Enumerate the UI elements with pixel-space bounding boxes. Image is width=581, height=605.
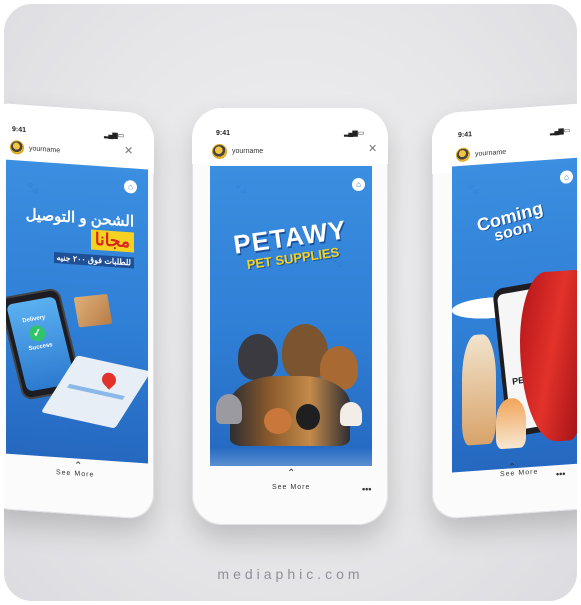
- parcel-box-illustration: [73, 293, 113, 328]
- cat-illustration: [496, 397, 526, 450]
- center-phone: 9:41 ▂▄▆ ▭ yourname ✕ 🐾 🐾 🐾 🐾 ⌂ PETAWY P…: [192, 108, 388, 525]
- paw-icon: 🐾: [66, 424, 80, 438]
- arabic-line-3: للطلبات فوق ٢٠٠ جنيه: [53, 251, 134, 269]
- close-icon[interactable]: ✕: [124, 145, 133, 158]
- coming-soon-title: Coming soon: [475, 198, 548, 250]
- home-icon: ⌂: [124, 179, 137, 194]
- see-more-link[interactable]: See More: [272, 484, 310, 491]
- left-phone: 9:41 ▂▄▆ ▭ yourname ✕ 🐾 🐾 🐾 ⌂ الشحن و ال…: [4, 102, 154, 520]
- mockup-canvas: 9:41 ▂▄▆ ▭ yourname ✕ 🐾 🐾 🐾 ⌂ الشحن و ال…: [4, 4, 577, 601]
- center-signal-icon: ▂▄▆ ▭: [344, 130, 364, 137]
- paw-icon: 🐾: [234, 183, 248, 195]
- dog-illustration: [462, 333, 496, 446]
- right-signal-icon: ▂▄▆ ▭: [550, 127, 570, 136]
- username-label: yourname: [475, 148, 507, 158]
- home-icon: ⌂: [352, 178, 365, 191]
- paw-icon: 🐾: [26, 181, 40, 195]
- check-icon: ✓: [27, 324, 48, 343]
- left-signal-icon: ▂▄▆ ▭: [104, 131, 124, 140]
- center-story-image: 🐾 🐾 🐾 🐾 ⌂ PETAWY PET SUPPLIES: [210, 166, 372, 466]
- paw-icon: 🐾: [466, 183, 480, 197]
- arabic-headline: الشحن و التوصيل مجانا للطلبات فوق ٢٠٠ جن…: [6, 204, 134, 271]
- pets-group-illustration: [210, 316, 372, 466]
- avatar[interactable]: [212, 144, 227, 159]
- arabic-line-2: مجانا: [90, 229, 134, 253]
- home-icon: ⌂: [560, 170, 573, 184]
- username-label: yourname: [29, 144, 61, 154]
- brand-logo: PETAWY PET SUPPLIES: [210, 211, 372, 277]
- right-story-image: 🐾 🐾 ⌂ Coming soon PETAW: [452, 157, 577, 473]
- chevron-up-icon[interactable]: ⌃: [287, 468, 295, 479]
- more-options-icon[interactable]: •••: [556, 469, 565, 480]
- center-story-header[interactable]: yourname: [212, 144, 263, 159]
- right-phone: 9:41 ▂▄▆ ▭ yourname 🐾 🐾 ⌂ Coming soon PE…: [432, 102, 577, 520]
- arabic-line-1: الشحن و التوصيل: [25, 205, 134, 231]
- close-icon[interactable]: ✕: [368, 144, 377, 155]
- center-status-time: 9:41: [216, 130, 231, 137]
- avatar[interactable]: [456, 147, 470, 163]
- watermark: mediaphic.com: [217, 566, 364, 582]
- left-status-time: 9:41: [12, 126, 27, 134]
- more-options-icon[interactable]: •••: [362, 484, 371, 494]
- see-more-link[interactable]: See More: [500, 469, 538, 479]
- avatar[interactable]: [10, 139, 24, 155]
- left-story-image: 🐾 🐾 🐾 ⌂ الشحن و التوصيل مجانا للطلبات فو…: [6, 159, 148, 464]
- right-status-time: 9:41: [458, 131, 473, 140]
- see-more-link[interactable]: See More: [56, 469, 94, 479]
- username-label: yourname: [232, 148, 264, 155]
